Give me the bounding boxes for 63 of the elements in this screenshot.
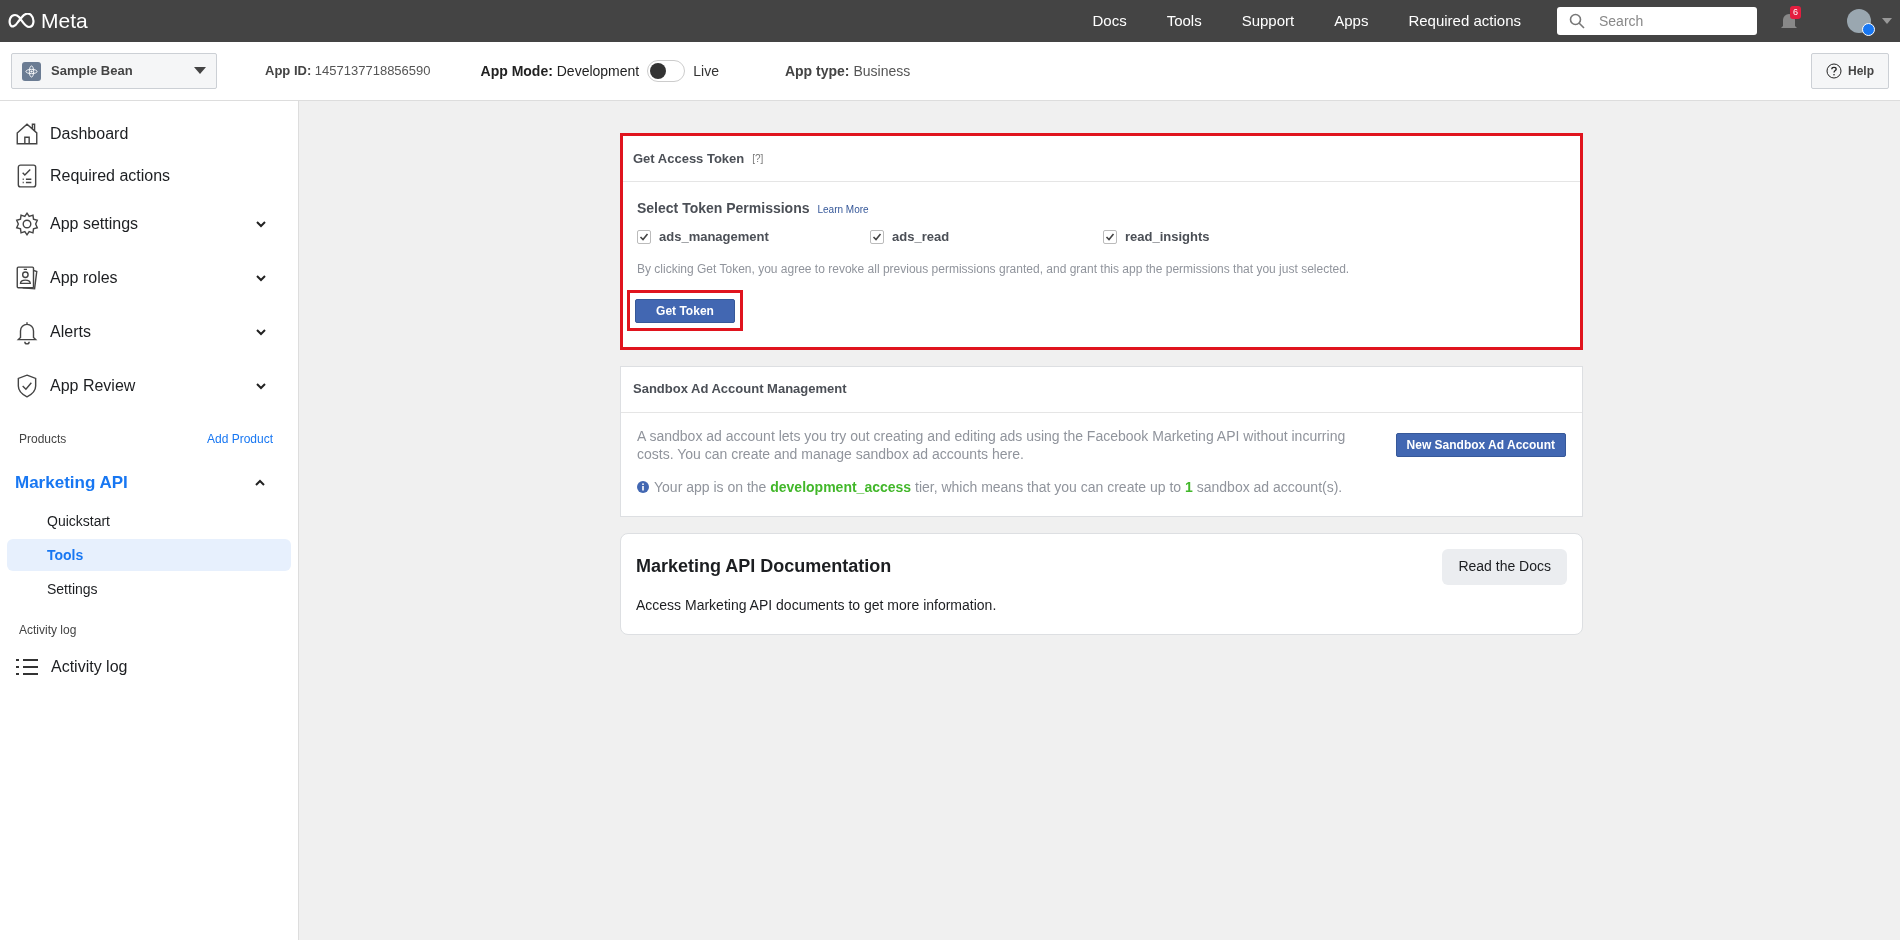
sidebar-item[interactable]: Alerts	[0, 305, 298, 359]
learn-more-link[interactable]: Learn More	[817, 202, 869, 217]
permission-label: ads_management	[659, 228, 769, 246]
checkbox[interactable]	[637, 229, 651, 244]
card-title: Marketing API Documentation	[636, 555, 892, 578]
help-button[interactable]: Help	[1811, 53, 1889, 89]
sidebar-item[interactable]: Required actions	[0, 155, 298, 197]
nav-link[interactable]: Tools	[1166, 9, 1202, 33]
atom-icon	[22, 61, 41, 81]
sidebar-item[interactable]: Marketing API	[0, 461, 298, 505]
sidebar-item[interactable]: Dashboard	[0, 113, 298, 155]
mode-toggle[interactable]	[647, 60, 686, 82]
search-field[interactable]: Search	[1557, 7, 1757, 35]
gear-icon	[14, 211, 40, 237]
section-label: Products	[19, 431, 67, 448]
checkbox[interactable]	[1103, 229, 1117, 244]
card-title: Get Access Token	[633, 149, 745, 168]
app-selector[interactable]: Sample Bean	[11, 53, 217, 89]
caret-down-icon[interactable]	[1881, 17, 1893, 25]
caret-down-icon	[194, 67, 206, 75]
avatar[interactable]	[1847, 9, 1871, 33]
section-title: Select Token Permissions	[637, 199, 810, 218]
new-sandbox-account-button[interactable]: New Sandbox Ad Account	[1395, 432, 1566, 457]
description-text: Access Marketing API documents to get more information.	[636, 595, 998, 615]
sidebar-item[interactable]: Activity log	[0, 645, 298, 689]
home-icon	[14, 121, 40, 147]
get-token-button[interactable]: Get Token	[635, 298, 735, 323]
question-icon	[1826, 63, 1842, 79]
sidebar-item[interactable]: App settings	[0, 197, 298, 251]
app-id: App ID: 1457137718856590	[265, 62, 431, 81]
nav-link[interactable]: Docs	[1092, 9, 1127, 33]
nav-link[interactable]: Support	[1241, 9, 1295, 33]
info-icon	[637, 481, 649, 493]
card-title: Sandbox Ad Account Management	[633, 380, 847, 399]
help-link[interactable]: [?]	[752, 151, 764, 166]
logo-text: Meta	[41, 8, 88, 35]
description-text: A sandbox ad account lets you try out creating and editing ads using the Facebook Marketing API without incurring costs. You can create and manage sandbox ad accounts here.	[637, 426, 1347, 463]
infinity-logo-icon	[7, 13, 37, 29]
permission-label: read_insights	[1125, 228, 1210, 246]
notification-count: 6	[1790, 6, 1801, 19]
app-name: Sample Bean	[51, 62, 134, 81]
facebook-icon	[1862, 23, 1875, 36]
nav-link[interactable]: Required actions	[1408, 9, 1521, 33]
section-label: Activity log	[18, 622, 78, 639]
sidebar-subitem[interactable]: Settings	[7, 573, 291, 605]
sidebar-subitem[interactable]: Tools	[7, 539, 291, 571]
sidebar-item[interactable]: App Review	[0, 359, 298, 413]
checkbox[interactable]	[870, 229, 884, 244]
add-product-link[interactable]: Add Product	[206, 430, 273, 448]
read-docs-button[interactable]: Read the Docs	[1442, 548, 1567, 585]
bell-icon	[14, 319, 40, 345]
id-badge-icon	[14, 265, 40, 291]
disclaimer-text: By clicking Get Token, you agree to revoke all previous permissions granted, and grant this app the permissions that you just selected.	[637, 260, 1351, 278]
permission-label: ads_read	[892, 228, 950, 246]
nav-link[interactable]: Apps	[1334, 9, 1369, 33]
sidebar-subitem[interactable]: Quickstart	[7, 505, 291, 537]
tier-note: Your app is on the development_access tier, which means that you can create up to 1 sandbox ad account(s).	[654, 477, 1343, 497]
list-icon	[15, 657, 39, 677]
live-label: Live	[693, 61, 719, 81]
search-icon	[1569, 13, 1585, 29]
app-mode: App Mode: Development	[480, 61, 640, 81]
app-type: App type: Business	[784, 61, 911, 81]
sidebar-item[interactable]: App roles	[0, 251, 298, 305]
